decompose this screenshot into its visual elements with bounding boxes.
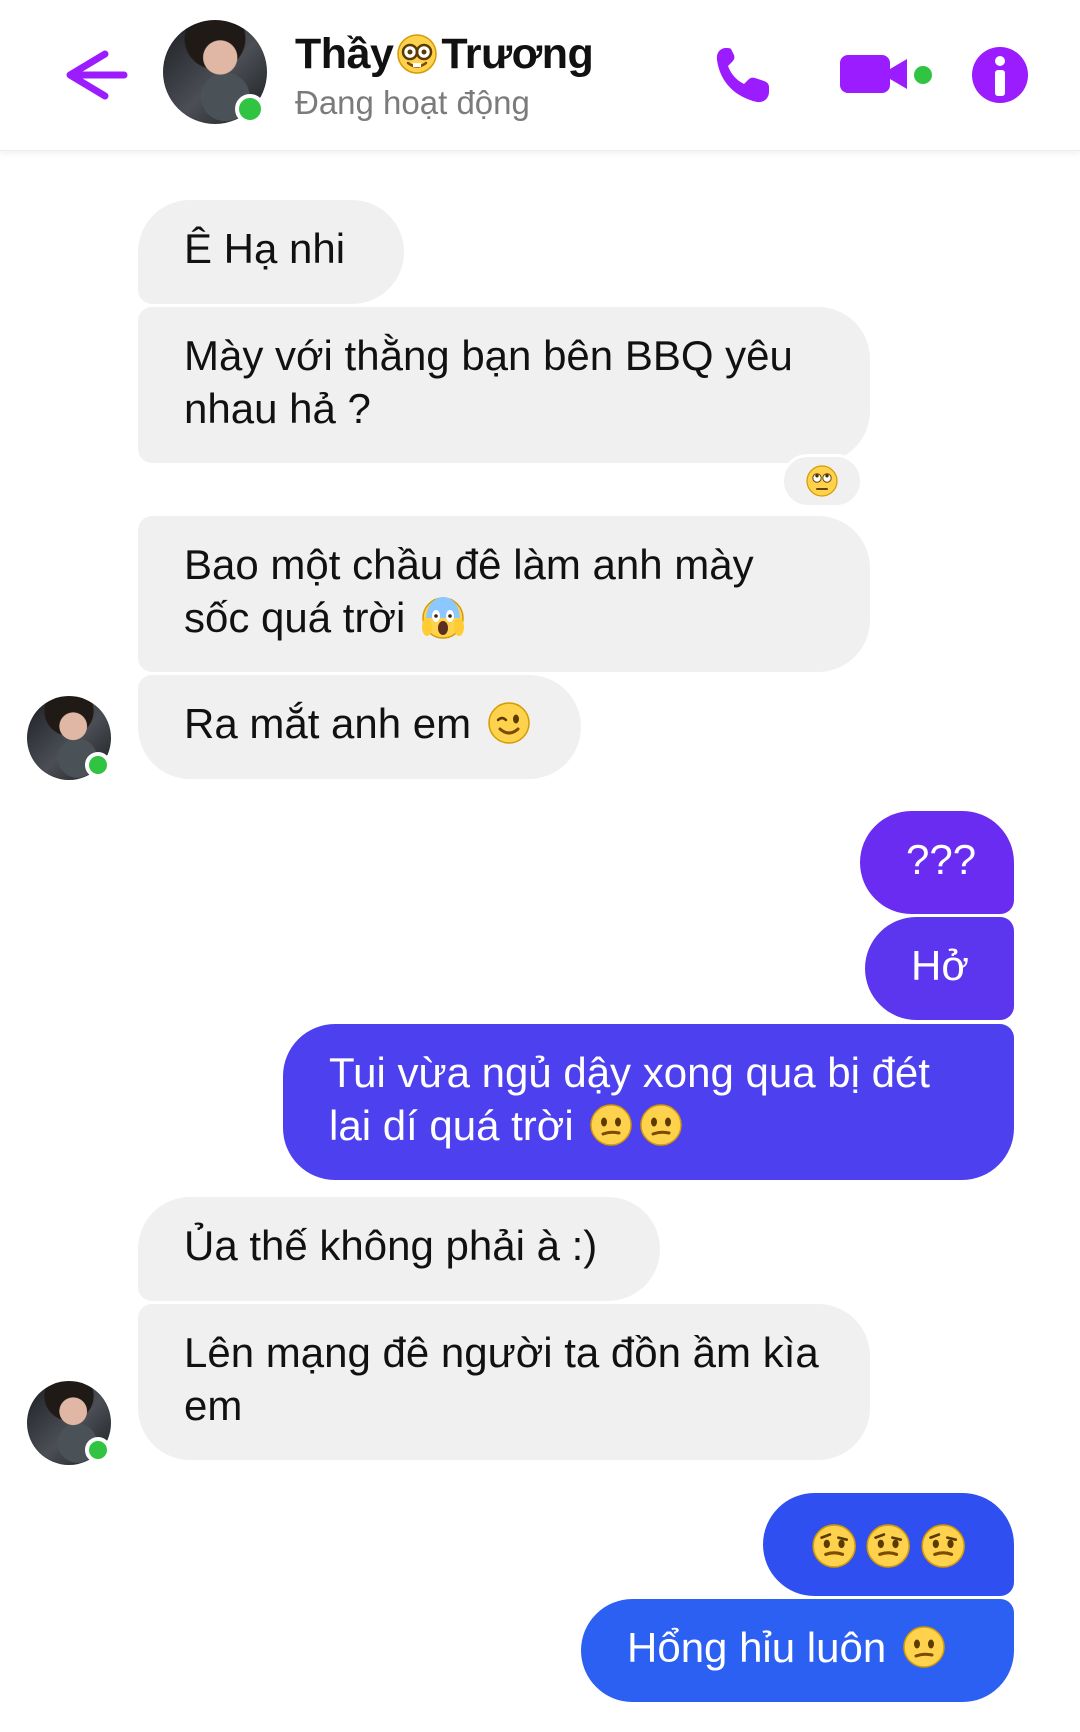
confused-face-icon — [903, 1626, 945, 1668]
message-text: Hổng hỉu luôn — [627, 1624, 887, 1671]
message-bubble-incoming[interactable]: Lên mạng đê người ta đồn ầm kìa em — [138, 1304, 870, 1460]
video-call-button[interactable] — [835, 45, 935, 105]
contact-name-first: Thầy — [295, 29, 394, 78]
phone-icon — [716, 48, 769, 103]
face-with-rolling-eyes-icon — [806, 465, 838, 497]
message-text: Lên mạng đê người ta đồn ầm kìa em — [184, 1329, 819, 1429]
message-bubble-incoming[interactable]: Ủa thế không phải à :) — [138, 1197, 660, 1301]
message-bubble-outgoing[interactable]: Hở — [865, 917, 1014, 1020]
message-bubble-outgoing[interactable] — [763, 1493, 1014, 1596]
messenger-chat-screen: Thầy Trương Đang hoạt động Ê Hạ nhi Mày … — [0, 0, 1080, 1732]
message-bubble-outgoing[interactable]: Hổng hỉu luôn — [581, 1599, 1014, 1702]
message-bubble-incoming[interactable]: Ê Hạ nhi — [138, 200, 404, 304]
confused-face-icon — [640, 1104, 683, 1146]
active-status: Đang hoạt động — [295, 84, 530, 121]
online-status-dot — [85, 752, 111, 778]
message-bubble-incoming[interactable]: Bao một chầu đê làm anh mày sốc quá trời — [138, 516, 870, 672]
message-text: Ê Hạ nhi — [184, 225, 346, 272]
message-text: Ủa thế không phải à :) — [184, 1222, 598, 1269]
sender-avatar[interactable] — [27, 696, 111, 780]
voice-call-button[interactable] — [710, 40, 776, 110]
winking-face-icon — [488, 702, 530, 744]
message-bubble-outgoing[interactable]: Tui vừa ngủ dậy xong qua bị đét lai dí q… — [283, 1024, 1014, 1180]
sender-avatar[interactable] — [27, 1381, 111, 1465]
message-bubble-incoming[interactable]: Mày với thằng bạn bên BBQ yêu nhau hả ? — [138, 307, 870, 463]
message-text: Bao một chầu đê làm anh mày sốc quá trời — [184, 541, 754, 641]
back-button[interactable] — [50, 40, 134, 110]
info-icon — [972, 47, 1028, 103]
face-with-raised-eyebrow-icon — [921, 1523, 965, 1568]
arrow-left-icon — [66, 50, 128, 100]
message-text: ??? — [906, 836, 977, 883]
chat-header: Thầy Trương Đang hoạt động — [0, 0, 1080, 151]
message-text: Ra mắt anh em — [184, 700, 472, 747]
online-status-dot — [235, 94, 265, 124]
nerd-face-icon — [397, 34, 438, 74]
face-screaming-in-fear-icon — [421, 597, 464, 639]
contact-avatar[interactable] — [163, 20, 267, 124]
face-with-raised-eyebrow-icon — [866, 1523, 911, 1568]
face-with-raised-eyebrow-icon — [812, 1523, 856, 1568]
contact-name-last: Trương — [441, 29, 594, 78]
message-bubble-incoming[interactable]: Ra mắt anh em — [138, 675, 581, 779]
message-bubble-outgoing[interactable]: ??? — [860, 811, 1014, 914]
video-camera-icon — [840, 55, 932, 93]
message-text: Hở — [911, 942, 969, 989]
message-reaction[interactable] — [781, 454, 863, 508]
confused-face-icon — [590, 1104, 633, 1146]
conversation-info-button[interactable] — [960, 35, 1040, 115]
message-text: Mày với thằng bạn bên BBQ yêu nhau hả ? — [184, 332, 793, 432]
contact-name[interactable]: Thầy Trương — [295, 26, 594, 82]
emoji-message — [809, 1515, 968, 1576]
online-status-dot — [85, 1437, 111, 1463]
